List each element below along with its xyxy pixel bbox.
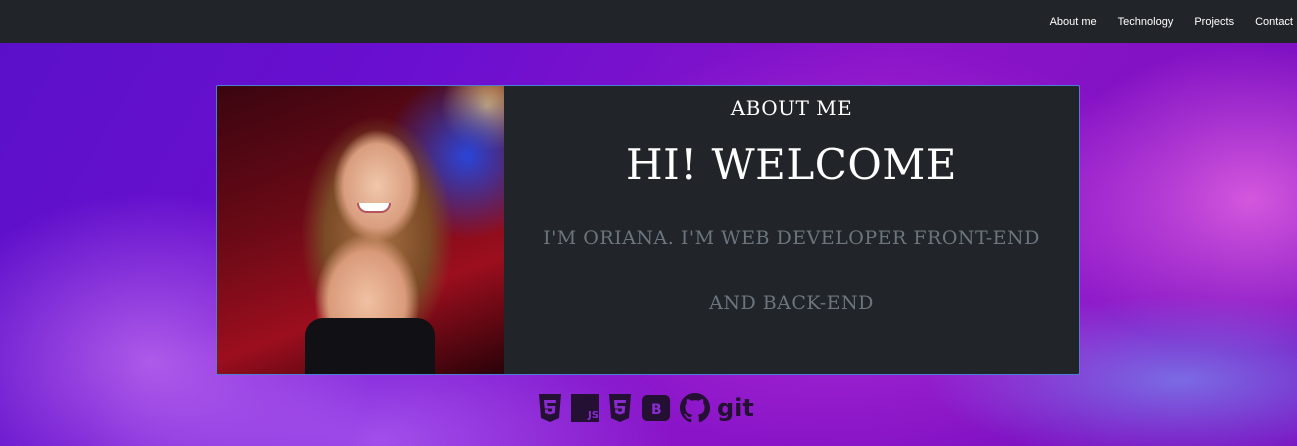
technology-icons: JS B git [538,393,754,423]
html5-icon [538,394,562,422]
section-title: ABOUT ME [730,96,853,120]
greeting-heading: HI! WELCOME [626,140,957,189]
git-icon: git [717,394,754,422]
css3-icon [608,394,632,422]
intro-text-line-2: AND BACK-END [709,292,874,314]
javascript-icon: JS [571,394,599,422]
nav-technology[interactable]: Technology [1118,16,1174,28]
navbar: About me Technology Projects Contact [0,0,1297,43]
github-icon [680,393,710,423]
photo-detail [357,203,391,213]
profile-photo [217,86,504,374]
svg-text:JS: JS [587,410,599,421]
bootstrap-icon: B [641,394,671,422]
nav-contact[interactable]: Contact [1255,16,1293,28]
intro-text-line-1: I'M ORIANA. I'M WEB DEVELOPER FRONT-END [543,227,1040,249]
about-content: ABOUT ME HI! WELCOME I'M ORIANA. I'M WEB… [504,86,1079,374]
svg-text:B: B [651,402,662,418]
about-card: ABOUT ME HI! WELCOME I'M ORIANA. I'M WEB… [216,85,1080,375]
nav-projects[interactable]: Projects [1194,16,1234,28]
photo-detail-dress [305,318,435,374]
nav-about-me[interactable]: About me [1050,16,1097,28]
